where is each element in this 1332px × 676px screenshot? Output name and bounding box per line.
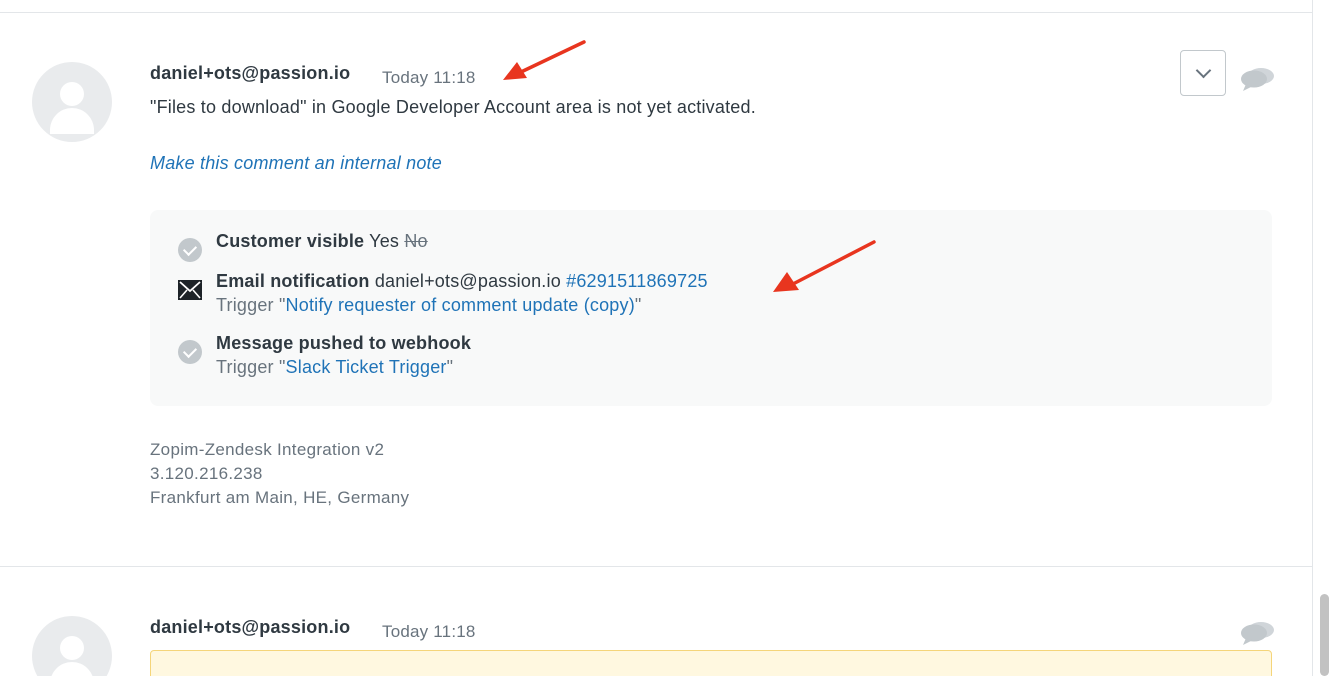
comment-body: "Files to download" in Google Developer …: [150, 97, 756, 117]
trigger-prefix: Trigger ": [216, 357, 286, 377]
speech-bubbles-icon[interactable]: [1240, 66, 1276, 92]
ticket-conversation: daniel+ots@passion.io Today 11:18 "Files…: [0, 0, 1332, 676]
scrollbar[interactable]: [1320, 594, 1329, 676]
customer-visible-row: Customer visible Yes No: [216, 231, 428, 252]
check-circle-icon: [178, 238, 202, 262]
email-notification-id-link[interactable]: #6291511869725: [566, 271, 708, 291]
via-channel: Zopim-Zendesk Integration v2: [150, 440, 385, 459]
speech-bubbles-icon[interactable]: [1240, 620, 1276, 646]
ip-address: 3.120.216.238: [150, 464, 263, 483]
customer-visible-no: No: [404, 231, 428, 251]
user-avatar-icon: [60, 82, 84, 106]
comment-timestamp[interactable]: Today 11:18: [382, 68, 476, 88]
webhook-label: Message pushed to webhook: [216, 333, 472, 353]
customer-visible-yes: Yes: [369, 231, 400, 251]
red-arrow-annotation: [773, 240, 876, 292]
check-circle-icon: [178, 340, 202, 364]
panel-edge: [1312, 0, 1313, 676]
top-divider: [0, 12, 1312, 13]
email-recipient: daniel+ots@passion.io: [374, 271, 561, 291]
trigger-link-slack[interactable]: Slack Ticket Trigger: [286, 357, 447, 377]
webhook-trigger-row: Trigger "Slack Ticket Trigger": [216, 357, 453, 378]
comment-divider: [0, 566, 1312, 567]
trigger-prefix: Trigger ": [216, 295, 286, 315]
email-notification-row: Email notification daniel+ots@passion.io…: [216, 271, 708, 292]
user-avatar-icon: [60, 636, 84, 660]
trigger-suffix: ": [634, 295, 642, 315]
comment-author[interactable]: daniel+ots@passion.io: [150, 617, 350, 638]
comment-options-button[interactable]: [1180, 50, 1226, 96]
location: Frankfurt am Main, HE, Germany: [150, 488, 410, 507]
avatar[interactable]: [32, 616, 112, 676]
red-arrow-annotation: [503, 40, 586, 80]
envelope-icon: [178, 280, 202, 300]
email-notification-label: Email notification: [216, 271, 370, 291]
webhook-row: Message pushed to webhook: [216, 333, 471, 354]
comment-timestamp[interactable]: Today 11:18: [382, 622, 476, 642]
trigger-suffix: ": [446, 357, 454, 377]
comment-body-highlighted: [150, 650, 1272, 676]
email-trigger-row: Trigger "Notify requester of comment upd…: [216, 295, 642, 316]
avatar[interactable]: [32, 62, 112, 142]
comment-events-panel: Customer visible Yes No Email notificati…: [150, 210, 1272, 406]
trigger-link-notify-requester[interactable]: Notify requester of comment update (copy…: [286, 295, 635, 315]
comment-author[interactable]: daniel+ots@passion.io: [150, 63, 350, 84]
customer-visible-label: Customer visible: [216, 231, 365, 251]
make-internal-note-link[interactable]: Make this comment an internal note: [150, 153, 442, 174]
chevron-down-icon: [1195, 62, 1212, 79]
